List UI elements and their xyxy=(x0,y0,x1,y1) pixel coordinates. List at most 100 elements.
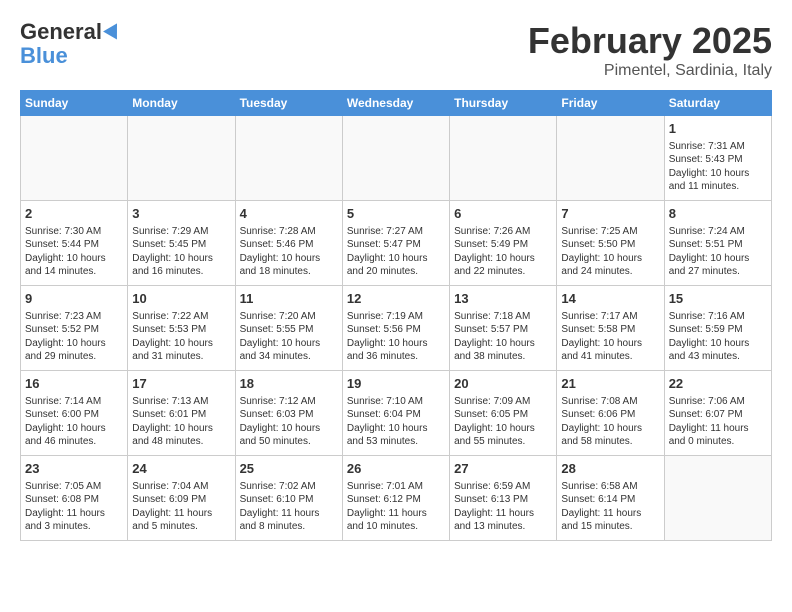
calendar-day-cell xyxy=(450,116,557,201)
day-number: 18 xyxy=(240,375,338,393)
day-info: Sunrise: 7:06 AMSunset: 6:07 PMDaylight:… xyxy=(669,395,767,449)
calendar-day-cell: 21Sunrise: 7:08 AMSunset: 6:06 PMDayligh… xyxy=(557,371,664,456)
day-info: Sunrise: 7:26 AMSunset: 5:49 PMDaylight:… xyxy=(454,225,552,279)
location-subtitle: Pimentel, Sardinia, Italy xyxy=(528,62,772,80)
day-info: Sunrise: 7:01 AMSunset: 6:12 PMDaylight:… xyxy=(347,480,445,534)
header-day: Saturday xyxy=(664,91,771,116)
calendar-week-row: 23 Sunrise: 7:05 AMSunset: 6:08 PMDayligh… xyxy=(21,456,772,541)
day-info: Sunrise: 7:14 AMSunset: 6:00 PMDaylight:… xyxy=(25,395,123,449)
header-day: Sunday xyxy=(21,91,128,116)
calendar-day-cell: 25 Sunrise: 7:02 AMSunset: 6:10 PMDayligh… xyxy=(235,456,342,541)
calendar-day-cell: 11 Sunrise: 7:20 AMSunset: 5:55 PMDayligh… xyxy=(235,286,342,371)
day-number: 25 xyxy=(240,460,338,478)
calendar-day-cell: 28 Sunrise: 6:58 AMSunset: 6:14 PMDayligh… xyxy=(557,456,664,541)
calendar-day-cell xyxy=(128,116,235,201)
calendar-day-cell: 18 Sunrise: 7:12 AMSunset: 6:03 PMDayligh… xyxy=(235,371,342,456)
calendar-day-cell: 16 Sunrise: 7:14 AMSunset: 6:00 PMDayligh… xyxy=(21,371,128,456)
day-number: 10 xyxy=(132,290,230,308)
calendar-day-cell xyxy=(557,116,664,201)
calendar-header: SundayMondayTuesdayWednesdayThursdayFrid… xyxy=(21,91,772,116)
day-number: 14 xyxy=(561,290,659,308)
day-number: 16 xyxy=(25,375,123,393)
calendar-day-cell: 4 Sunrise: 7:28 AMSunset: 5:46 PMDaylight… xyxy=(235,201,342,286)
calendar-day-cell: 12 Sunrise: 7:19 AMSunset: 5:56 PMDayligh… xyxy=(342,286,449,371)
calendar-day-cell: 26 Sunrise: 7:01 AMSunset: 6:12 PMDayligh… xyxy=(342,456,449,541)
calendar-week-row: 2 Sunrise: 7:30 AMSunset: 5:44 PMDaylight… xyxy=(21,201,772,286)
title-block: February 2025 Pimentel, Sardinia, Italy xyxy=(528,20,772,80)
logo-icon xyxy=(103,19,124,39)
calendar-body: 1Sunrise: 7:31 AMSunset: 5:43 PMDaylight… xyxy=(21,116,772,541)
day-number: 6 xyxy=(454,205,552,223)
day-number: 27 xyxy=(454,460,552,478)
day-number: 21 xyxy=(561,375,659,393)
day-info: Sunrise: 7:02 AMSunset: 6:10 PMDaylight:… xyxy=(240,480,338,534)
day-number: 11 xyxy=(240,290,338,308)
day-number: 3 xyxy=(132,205,230,223)
calendar-day-cell: 9 Sunrise: 7:23 AMSunset: 5:52 PMDaylight… xyxy=(21,286,128,371)
calendar-day-cell xyxy=(664,456,771,541)
day-number: 26 xyxy=(347,460,445,478)
logo-blue: Blue xyxy=(20,44,120,68)
day-info: Sunrise: 7:23 AMSunset: 5:52 PMDaylight:… xyxy=(25,310,123,364)
calendar-day-cell: 5 Sunrise: 7:27 AMSunset: 5:47 PMDaylight… xyxy=(342,201,449,286)
calendar-week-row: 9 Sunrise: 7:23 AMSunset: 5:52 PMDaylight… xyxy=(21,286,772,371)
day-number: 28 xyxy=(561,460,659,478)
day-number: 20 xyxy=(454,375,552,393)
day-info: Sunrise: 7:04 AMSunset: 6:09 PMDaylight:… xyxy=(132,480,230,534)
calendar-day-cell: 17 Sunrise: 7:13 AMSunset: 6:01 PMDayligh… xyxy=(128,371,235,456)
day-number: 12 xyxy=(347,290,445,308)
calendar-week-row: 16 Sunrise: 7:14 AMSunset: 6:00 PMDayligh… xyxy=(21,371,772,456)
month-title: February 2025 xyxy=(528,20,772,62)
day-info: Sunrise: 6:58 AMSunset: 6:14 PMDaylight:… xyxy=(561,480,659,534)
day-info: Sunrise: 7:20 AMSunset: 5:55 PMDaylight:… xyxy=(240,310,338,364)
day-number: 15 xyxy=(669,290,767,308)
day-number: 4 xyxy=(240,205,338,223)
page-header: General Blue February 2025 Pimentel, Sar… xyxy=(20,20,772,80)
calendar-week-row: 1Sunrise: 7:31 AMSunset: 5:43 PMDaylight… xyxy=(21,116,772,201)
day-info: Sunrise: 7:27 AMSunset: 5:47 PMDaylight:… xyxy=(347,225,445,279)
day-info: Sunrise: 7:17 AMSunset: 5:58 PMDaylight:… xyxy=(561,310,659,364)
calendar-day-cell: 20 Sunrise: 7:09 AMSunset: 6:05 PMDayligh… xyxy=(450,371,557,456)
calendar-day-cell: 8 Sunrise: 7:24 AMSunset: 5:51 PMDaylight… xyxy=(664,201,771,286)
day-info: Sunrise: 6:59 AMSunset: 6:13 PMDaylight:… xyxy=(454,480,552,534)
calendar-day-cell: 24Sunrise: 7:04 AMSunset: 6:09 PMDayligh… xyxy=(128,456,235,541)
day-info: Sunrise: 7:16 AMSunset: 5:59 PMDaylight:… xyxy=(669,310,767,364)
day-info: Sunrise: 7:29 AMSunset: 5:45 PMDaylight:… xyxy=(132,225,230,279)
day-number: 9 xyxy=(25,290,123,308)
day-number: 5 xyxy=(347,205,445,223)
calendar-day-cell: 10Sunrise: 7:22 AMSunset: 5:53 PMDayligh… xyxy=(128,286,235,371)
day-info: Sunrise: 7:18 AMSunset: 5:57 PMDaylight:… xyxy=(454,310,552,364)
day-number: 7 xyxy=(561,205,659,223)
calendar-day-cell xyxy=(21,116,128,201)
day-info: Sunrise: 7:25 AMSunset: 5:50 PMDaylight:… xyxy=(561,225,659,279)
logo-general: General xyxy=(20,20,102,44)
calendar-day-cell: 13Sunrise: 7:18 AMSunset: 5:57 PMDayligh… xyxy=(450,286,557,371)
calendar-day-cell: 15 Sunrise: 7:16 AMSunset: 5:59 PMDayligh… xyxy=(664,286,771,371)
calendar-day-cell: 23 Sunrise: 7:05 AMSunset: 6:08 PMDayligh… xyxy=(21,456,128,541)
calendar-day-cell: 6 Sunrise: 7:26 AMSunset: 5:49 PMDaylight… xyxy=(450,201,557,286)
calendar-day-cell xyxy=(235,116,342,201)
day-number: 23 xyxy=(25,460,123,478)
calendar-day-cell xyxy=(342,116,449,201)
header-day: Thursday xyxy=(450,91,557,116)
day-info: Sunrise: 7:30 AMSunset: 5:44 PMDaylight:… xyxy=(25,225,123,279)
day-info: Sunrise: 7:28 AMSunset: 5:46 PMDaylight:… xyxy=(240,225,338,279)
calendar-day-cell: 27 Sunrise: 6:59 AMSunset: 6:13 PMDayligh… xyxy=(450,456,557,541)
calendar-day-cell: 2 Sunrise: 7:30 AMSunset: 5:44 PMDaylight… xyxy=(21,201,128,286)
day-info: Sunrise: 7:09 AMSunset: 6:05 PMDaylight:… xyxy=(454,395,552,449)
calendar-day-cell: 1Sunrise: 7:31 AMSunset: 5:43 PMDaylight… xyxy=(664,116,771,201)
day-number: 8 xyxy=(669,205,767,223)
header-day: Friday xyxy=(557,91,664,116)
day-info: Sunrise: 7:19 AMSunset: 5:56 PMDaylight:… xyxy=(347,310,445,364)
calendar-day-cell: 19Sunrise: 7:10 AMSunset: 6:04 PMDayligh… xyxy=(342,371,449,456)
header-day: Monday xyxy=(128,91,235,116)
day-number: 2 xyxy=(25,205,123,223)
calendar-day-cell: 7 Sunrise: 7:25 AMSunset: 5:50 PMDaylight… xyxy=(557,201,664,286)
day-number: 17 xyxy=(132,375,230,393)
day-info: Sunrise: 7:24 AMSunset: 5:51 PMDaylight:… xyxy=(669,225,767,279)
day-info: Sunrise: 7:31 AMSunset: 5:43 PMDaylight:… xyxy=(669,140,767,194)
day-info: Sunrise: 7:12 AMSunset: 6:03 PMDaylight:… xyxy=(240,395,338,449)
day-info: Sunrise: 7:13 AMSunset: 6:01 PMDaylight:… xyxy=(132,395,230,449)
day-info: Sunrise: 7:10 AMSunset: 6:04 PMDaylight:… xyxy=(347,395,445,449)
day-info: Sunrise: 7:05 AMSunset: 6:08 PMDaylight:… xyxy=(25,480,123,534)
